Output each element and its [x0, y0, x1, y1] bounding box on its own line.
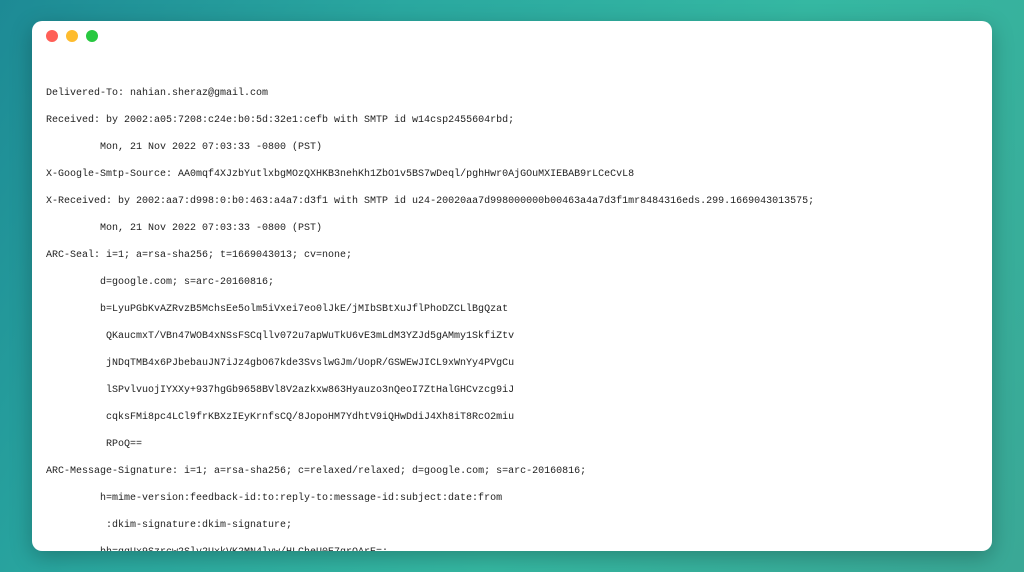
x-google-smtp-source: X-Google-Smtp-Source: AA0mqf4XJzbYutlxbg… — [46, 168, 978, 182]
arc-seal-b: b=LyuPGbKvAZRvzB5MchsEe5olm5iVxei7eo0lJk… — [46, 303, 978, 317]
minimize-icon[interactable] — [66, 30, 78, 42]
zoom-icon[interactable] — [86, 30, 98, 42]
arc-msg-h: h=mime-version:feedback-id:to:reply-to:m… — [46, 492, 978, 506]
arc-seal-d: d=google.com; s=arc-20160816; — [46, 276, 978, 290]
arc-seal-cont: lSPvlvuojIYXXy+937hgGb9658BVl8V2azkxw863… — [46, 384, 978, 398]
arc-seal: ARC-Seal: i=1; a=rsa-sha256; t=166904301… — [46, 249, 978, 263]
arc-message-signature: ARC-Message-Signature: i=1; a=rsa-sha256… — [46, 465, 978, 479]
delivered-to-label: Delivered-To: — [46, 88, 130, 99]
arc-seal-cont: RPoQ== — [46, 438, 978, 452]
window-titlebar — [32, 21, 992, 51]
close-icon[interactable] — [46, 30, 58, 42]
arc-msg-bh: bh=qqUx9Szrcw2Sly2UxkVK2MN4lyw/HLCheU0E7… — [46, 546, 978, 552]
arc-seal-cont: cqksFMi8pc4LCl9frKBXzIEyKrnfsCQ/8JopoHM7… — [46, 411, 978, 425]
arc-msg-cont: :dkim-signature:dkim-signature; — [46, 519, 978, 533]
email-headers-text: Delivered-To: nahian.sheraz@gmail.com Re… — [32, 51, 992, 551]
x-received-line: X-Received: by 2002:aa7:d998:0:b0:463:a4… — [46, 195, 978, 209]
delivered-to-value: nahian.sheraz@gmail.com — [130, 88, 268, 99]
received-line: Received: by 2002:a05:7208:c24e:b0:5d:32… — [46, 114, 978, 128]
arc-seal-cont: QKaucmxT/VBn47WOB4xNSsFSCqllv072u7apWuTk… — [46, 330, 978, 344]
x-received-date: Mon, 21 Nov 2022 07:03:33 -0800 (PST) — [46, 222, 978, 236]
arc-seal-cont: jNDqTMB4x6PJbebauJN7iJz4gbO67kde3SvslwGJ… — [46, 357, 978, 371]
os-window: Delivered-To: nahian.sheraz@gmail.com Re… — [32, 21, 992, 551]
received-date: Mon, 21 Nov 2022 07:03:33 -0800 (PST) — [46, 141, 978, 155]
